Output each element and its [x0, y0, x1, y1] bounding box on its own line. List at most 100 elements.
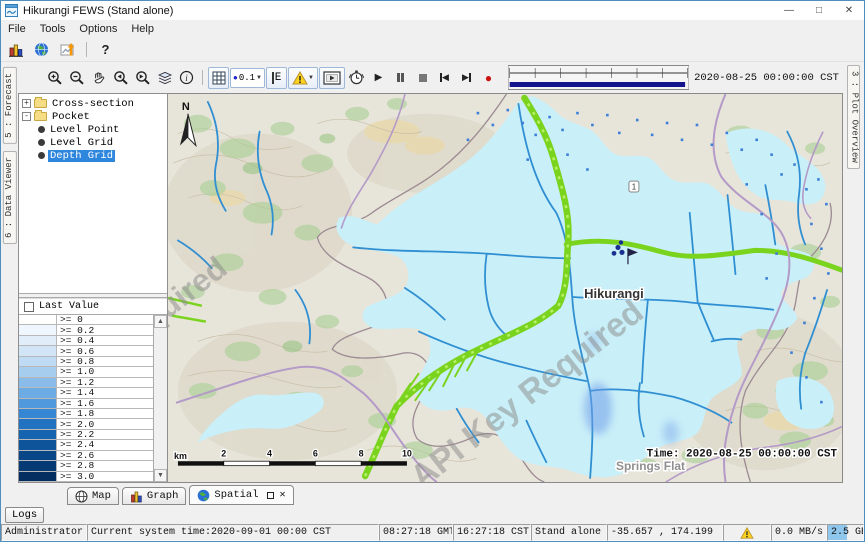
tab-forecast[interactable]: 5 : Forecast	[3, 67, 17, 144]
status-system-time: Current system time:2020-09-01 00:00 CST	[87, 524, 379, 541]
step-forward-button[interactable]: ▶	[456, 67, 477, 89]
bottom-tab-graph[interactable]: Graph	[122, 487, 187, 505]
bottom-tab-map[interactable]: Map	[67, 487, 119, 505]
status-label: 0.0 MB/s	[775, 527, 823, 538]
tree-item-pocket[interactable]: - Pocket	[20, 110, 166, 123]
folder-icon	[34, 112, 47, 121]
menu-help[interactable]: Help	[124, 23, 161, 35]
legend-threshold-label: >= 2.4	[57, 440, 153, 449]
menu-options[interactable]: Options	[72, 23, 124, 35]
zoom-in-button[interactable]	[44, 67, 65, 89]
tab-plot-overview[interactable]: 3 : Plot Overview	[847, 65, 861, 169]
bottom-tab-bar: MapGraphSpatial✕	[1, 483, 864, 505]
tab-close-icon[interactable]: ✕	[280, 489, 286, 501]
map-time-label: Time: 2020-08-25 00:00:00 CST	[647, 448, 838, 460]
tree-item-level-point[interactable]: Level Point	[20, 123, 166, 136]
pan-button[interactable]	[88, 67, 109, 89]
layers-icon	[157, 70, 173, 86]
zoom-next-icon	[135, 70, 151, 86]
map-rendering: 1 API Key Required API Key Required Hiku…	[168, 94, 842, 482]
map-canvas[interactable]: 1 API Key Required API Key Required Hiku…	[168, 93, 843, 483]
toolbar-separator	[86, 42, 87, 57]
menu-file[interactable]: File	[1, 23, 33, 35]
legend-color-swatch	[19, 367, 57, 376]
timeline-datetime: 2020-08-25 00:00:00 CST	[694, 72, 839, 84]
tree-item-label: Cross-section	[50, 98, 136, 110]
minimize-button[interactable]: —	[774, 1, 804, 20]
zoom-out-button[interactable]	[66, 67, 87, 89]
menu-tools[interactable]: Tools	[33, 23, 73, 35]
tree-item-depth-grid[interactable]: Depth Grid	[20, 149, 166, 162]
legend-threshold-label: >= 1.4	[57, 388, 153, 397]
legend-rows: >= 0>= 0.2>= 0.4>= 0.6>= 0.8>= 1.0>= 1.2…	[19, 315, 153, 482]
contour-value-dropdown[interactable]: ● 0.1 ▼	[230, 68, 265, 88]
chevron-down-icon: ▼	[256, 75, 262, 81]
status-mode: Stand alone	[531, 524, 607, 541]
scroll-up-icon[interactable]: ▲	[154, 315, 167, 328]
node-bullet-icon	[38, 152, 45, 159]
zoom-out-icon	[69, 70, 85, 86]
profile-button[interactable]: E	[266, 67, 287, 89]
grid-display-button[interactable]	[208, 67, 229, 89]
zoom-previous-button[interactable]	[110, 67, 131, 89]
tree-item-level-grid[interactable]: Level Grid	[20, 136, 166, 149]
animation-player-button[interactable]	[319, 67, 345, 89]
app-logo-icon	[5, 4, 18, 17]
legend-threshold-label: >= 2.2	[57, 430, 153, 439]
left-tab-strip: 5 : Forecast 6 : Data Viewer	[1, 62, 18, 483]
tree-item-label: Level Grid	[48, 137, 115, 149]
warning-triangle-icon	[292, 71, 308, 85]
record-button[interactable]: ●	[478, 67, 499, 89]
legend-threshold-label: >= 0.6	[57, 346, 153, 355]
scroll-down-icon[interactable]: ▼	[154, 469, 167, 482]
info-button[interactable]: i	[176, 67, 197, 89]
area-label: Springs Flat	[616, 459, 685, 473]
legend-color-swatch	[19, 315, 57, 324]
legend-title: Last Value	[39, 301, 99, 312]
layers-button[interactable]	[154, 67, 175, 89]
legend-color-swatch	[19, 399, 57, 408]
left-panel: + Cross-section - PocketLevel PointLevel Gr…	[18, 93, 168, 483]
maximize-button[interactable]: □	[804, 1, 834, 20]
thresholds-dropdown-button[interactable]: ▼	[288, 67, 318, 89]
stop-icon	[419, 74, 427, 82]
layers-tree: + Cross-section - PocketLevel PointLevel Gr…	[19, 94, 167, 294]
legend-threshold-label: >= 1.2	[57, 378, 153, 387]
collapse-icon[interactable]: -	[22, 112, 31, 121]
animation-settings-button[interactable]	[346, 67, 367, 89]
pan-hand-icon	[91, 70, 106, 85]
spatial-display-button[interactable]	[30, 40, 53, 60]
legend-scrollbar[interactable]: ▲ ▼	[153, 315, 167, 482]
value-dot-icon: ●	[233, 73, 238, 82]
tree-item-label: Level Point	[48, 124, 121, 136]
last-value-checkbox[interactable]	[24, 302, 34, 312]
tree-item-cross-section[interactable]: + Cross-section	[20, 97, 166, 110]
legend-threshold-label: >= 0.8	[57, 357, 153, 366]
tab-data-viewer[interactable]: 6 : Data Viewer	[3, 151, 17, 244]
legend-threshold-label: >= 1.8	[57, 409, 153, 418]
bottom-tab-spatial[interactable]: Spatial✕	[189, 485, 293, 505]
timeline-slider[interactable]	[508, 65, 689, 90]
tab-maximize-icon[interactable]	[267, 492, 274, 499]
zoom-next-button[interactable]	[132, 67, 153, 89]
step-back-button[interactable]: ◀	[434, 67, 455, 89]
legend-threshold-label: >= 2.6	[57, 451, 153, 460]
expand-icon[interactable]: +	[22, 99, 31, 108]
town-label: Hikurangi	[584, 286, 644, 301]
close-button[interactable]: ✕	[834, 1, 864, 20]
pause-button[interactable]	[390, 67, 411, 89]
legend-threshold-label: >= 1.6	[57, 399, 153, 408]
tree-item-label: Pocket	[50, 111, 92, 123]
status-label: 16:27:18 CST	[457, 527, 529, 538]
legend-color-swatch	[19, 461, 57, 470]
record-icon: ●	[485, 71, 492, 85]
stop-button[interactable]	[412, 67, 433, 89]
bar-chart-icon	[8, 42, 24, 58]
logs-button[interactable]: Logs	[5, 507, 44, 523]
data-display-button[interactable]	[56, 40, 79, 60]
help-button[interactable]: ?	[94, 40, 117, 60]
play-button[interactable]: ▶	[368, 67, 389, 89]
warning-icon	[740, 527, 754, 539]
status-bar: AdministratorCurrent system time:2020-09…	[1, 524, 864, 541]
explorer-button[interactable]	[4, 40, 27, 60]
